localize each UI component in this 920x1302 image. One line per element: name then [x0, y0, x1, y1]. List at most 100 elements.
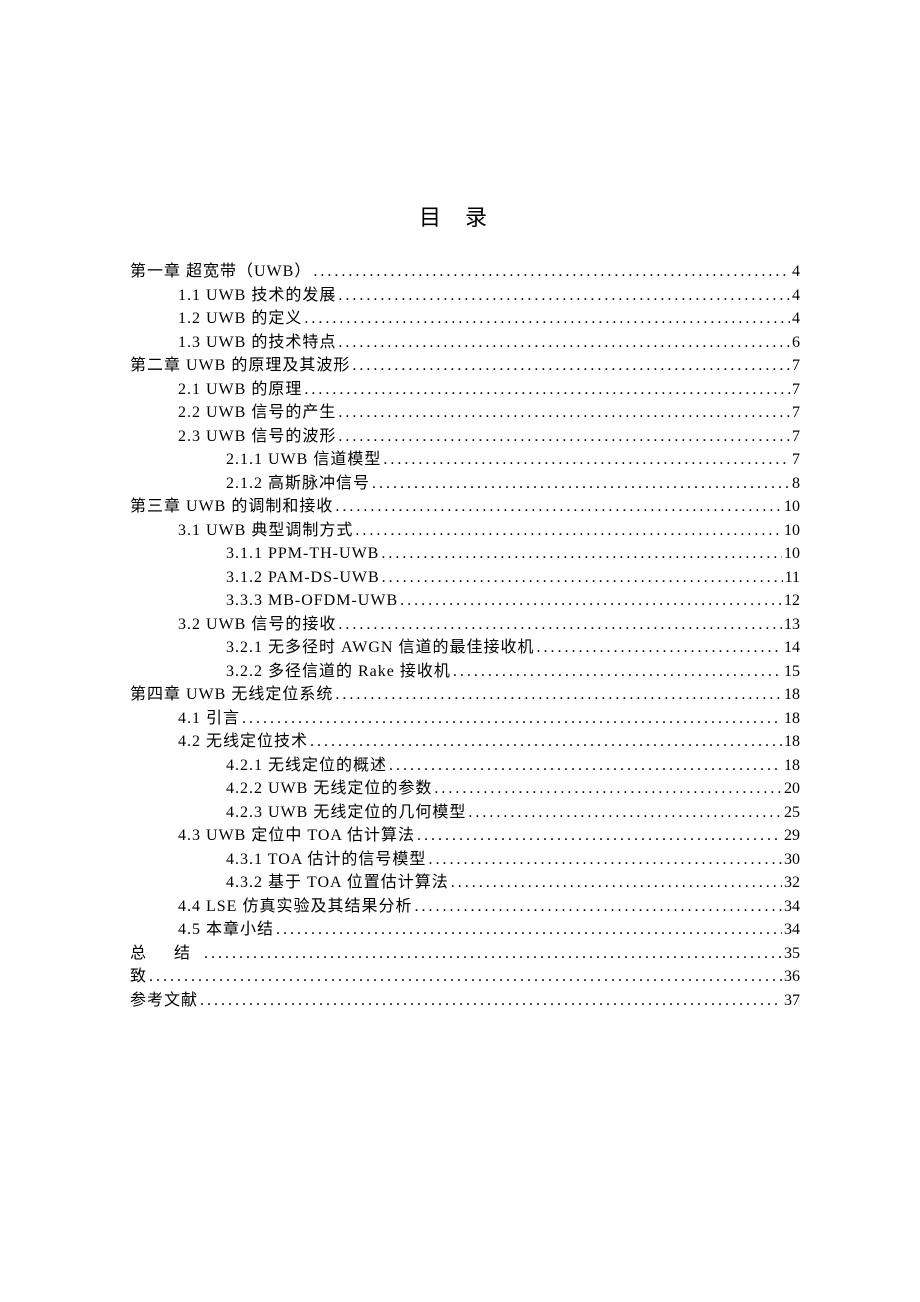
toc-entry-page: 32	[784, 871, 800, 895]
toc-entry-page: 10	[784, 542, 800, 566]
toc-entry-text: 致	[130, 965, 147, 989]
toc-entry: 4.3.1 TOA 估计的信号模型.......................…	[130, 848, 800, 872]
toc-leader-dots: ........................................…	[372, 472, 790, 496]
toc-entry-page: 34	[784, 895, 800, 919]
toc-entry: 4.2 无线定位技术..............................…	[130, 730, 800, 754]
toc-entry-text: 第三章 UWB 的调制和接收	[130, 495, 333, 519]
toc-leader-dots: ........................................…	[313, 260, 790, 284]
toc-entry-page: 15	[784, 660, 800, 684]
toc-entry-text: 1.1 UWB 技术的发展	[178, 284, 336, 308]
toc-entry-text: 4.3.2 基于 TOA 位置估计算法	[226, 871, 449, 895]
toc-entry: 4.1 引言..................................…	[130, 707, 800, 731]
toc-leader-dots: ........................................…	[537, 636, 783, 660]
toc-entry: 3.1 UWB 典型调制方式..........................…	[130, 519, 800, 543]
toc-leader-dots: ........................................…	[381, 542, 782, 566]
toc-entry-page: 37	[784, 989, 800, 1013]
toc-entry-text: 4.4 LSE 仿真实验及其结果分析	[178, 895, 412, 919]
toc-entry-text: 3.2.2 多径信道的 Rake 接收机	[226, 660, 451, 684]
toc-leader-dots: ........................................…	[355, 519, 782, 543]
toc-title: 目录	[130, 200, 800, 232]
toc-entry-page: 35	[784, 942, 800, 966]
toc-entry: 2.1.1 UWB 信道模型..........................…	[130, 448, 800, 472]
toc-entry: 4.2.2 UWB 无线定位的参数.......................…	[130, 777, 800, 801]
toc-entry-text: 1.3 UWB 的技术特点	[178, 331, 336, 355]
toc-entry-text: 2.2 UWB 信号的产生	[178, 401, 336, 425]
toc-entry: 4.3.2 基于 TOA 位置估计算法.....................…	[130, 871, 800, 895]
toc-entry: 2.2 UWB 信号的产生...........................…	[130, 401, 800, 425]
toc-entry: 第三章 UWB 的调制和接收..........................…	[130, 495, 800, 519]
toc-entry: 1.3 UWB 的技术特点...........................…	[130, 331, 800, 355]
toc-entry: 总 结.....................................…	[130, 942, 800, 966]
toc-entry-text: 3.1.1 PPM-TH-UWB	[226, 542, 379, 566]
toc-entry-page: 13	[784, 613, 800, 637]
toc-leader-dots: ........................................…	[434, 777, 782, 801]
toc-leader-dots: ........................................…	[382, 566, 783, 590]
toc-entry-page: 7	[792, 425, 800, 449]
toc-leader-dots: ........................................…	[304, 307, 790, 331]
toc-entry-page: 7	[792, 378, 800, 402]
toc-entry-page: 7	[792, 448, 800, 472]
toc-leader-dots: ........................................…	[389, 754, 782, 778]
toc-leader-dots: ........................................…	[414, 895, 782, 919]
toc-entry-text: 2.1 UWB 的原理	[178, 378, 302, 402]
document-page: 目录 第一章 超宽带（UWB）.........................…	[0, 0, 920, 1012]
toc-leader-dots: ........................................…	[453, 660, 782, 684]
toc-entry-text: 第四章 UWB 无线定位系统	[130, 683, 333, 707]
toc-entry: 3.1.1 PPM-TH-UWB........................…	[130, 542, 800, 566]
toc-entry-text: 4.3.1 TOA 估计的信号模型	[226, 848, 426, 872]
toc-entry-text: 3.3.3 MB-OFDM-UWB	[226, 589, 398, 613]
toc-leader-dots: ........................................…	[204, 942, 782, 966]
toc-entry: 4.5 本章小结................................…	[130, 918, 800, 942]
toc-entry-page: 8	[792, 472, 800, 496]
toc-entry-page: 18	[784, 683, 800, 707]
toc-leader-dots: ........................................…	[200, 989, 782, 1013]
toc-entry-text: 2.1.2 高斯脉冲信号	[226, 472, 370, 496]
toc-entry-page: 18	[784, 730, 800, 754]
toc-leader-dots: ........................................…	[451, 871, 782, 895]
toc-entry-page: 4	[792, 284, 800, 308]
toc-entry: 参考文献....................................…	[130, 989, 800, 1013]
toc-entry-text: 4.2.3 UWB 无线定位的几何模型	[226, 801, 466, 825]
toc-entry-page: 10	[784, 495, 800, 519]
toc-entry-text: 1.2 UWB 的定义	[178, 307, 302, 331]
toc-entry: 3.1.2 PAM-DS-UWB........................…	[130, 566, 800, 590]
toc-leader-dots: ........................................…	[335, 683, 782, 707]
toc-leader-dots: ........................................…	[310, 730, 782, 754]
toc-leader-dots: ........................................…	[149, 965, 782, 989]
toc-entry: 2.3 UWB 信号的波形...........................…	[130, 425, 800, 449]
toc-entry: 3.2.2 多径信道的 Rake 接收机....................…	[130, 660, 800, 684]
toc-entry-page: 29	[784, 824, 800, 848]
toc-entry: 1.2 UWB 的定义.............................…	[130, 307, 800, 331]
toc-entry: 4.2.1 无线定位的概述...........................…	[130, 754, 800, 778]
toc-entry-page: 25	[784, 801, 800, 825]
toc-entry: 2.1.2 高斯脉冲信号............................…	[130, 472, 800, 496]
toc-entry: 4.2.3 UWB 无线定位的几何模型.....................…	[130, 801, 800, 825]
toc-entry-page: 14	[784, 636, 800, 660]
toc-leader-dots: ........................................…	[335, 495, 782, 519]
toc-entry: 4.4 LSE 仿真实验及其结果分析......................…	[130, 895, 800, 919]
toc-entry: 第二章 UWB 的原理及其波形.........................…	[130, 354, 800, 378]
toc-leader-dots: ........................................…	[338, 425, 790, 449]
toc-leader-dots: ........................................…	[417, 824, 782, 848]
toc-leader-dots: ........................................…	[338, 284, 790, 308]
toc-entry-text: 2.3 UWB 信号的波形	[178, 425, 336, 449]
toc-entry-page: 4	[792, 260, 800, 284]
toc-leader-dots: ........................................…	[276, 918, 782, 942]
toc-entry-page: 20	[784, 777, 800, 801]
toc-entry: 第一章 超宽带（UWB）............................…	[130, 260, 800, 284]
toc-leader-dots: ........................................…	[400, 589, 782, 613]
toc-entry: 2.1 UWB 的原理.............................…	[130, 378, 800, 402]
toc-entry-text: 第二章 UWB 的原理及其波形	[130, 354, 350, 378]
toc-leader-dots: ........................................…	[304, 378, 790, 402]
toc-entry-page: 6	[792, 331, 800, 355]
toc-entry: 致.......................................…	[130, 965, 800, 989]
toc-leader-dots: ........................................…	[428, 848, 782, 872]
toc-entry: 4.3 UWB 定位中 TOA 估计算法....................…	[130, 824, 800, 848]
toc-leader-dots: ........................................…	[338, 613, 782, 637]
toc-entry-text: 2.1.1 UWB 信道模型	[226, 448, 381, 472]
toc-leader-dots: ........................................…	[383, 448, 790, 472]
toc-leader-dots: ........................................…	[242, 707, 782, 731]
toc-entry-text: 4.2.1 无线定位的概述	[226, 754, 387, 778]
toc-entry: 3.3.3 MB-OFDM-UWB.......................…	[130, 589, 800, 613]
toc-entry-text: 3.2 UWB 信号的接收	[178, 613, 336, 637]
